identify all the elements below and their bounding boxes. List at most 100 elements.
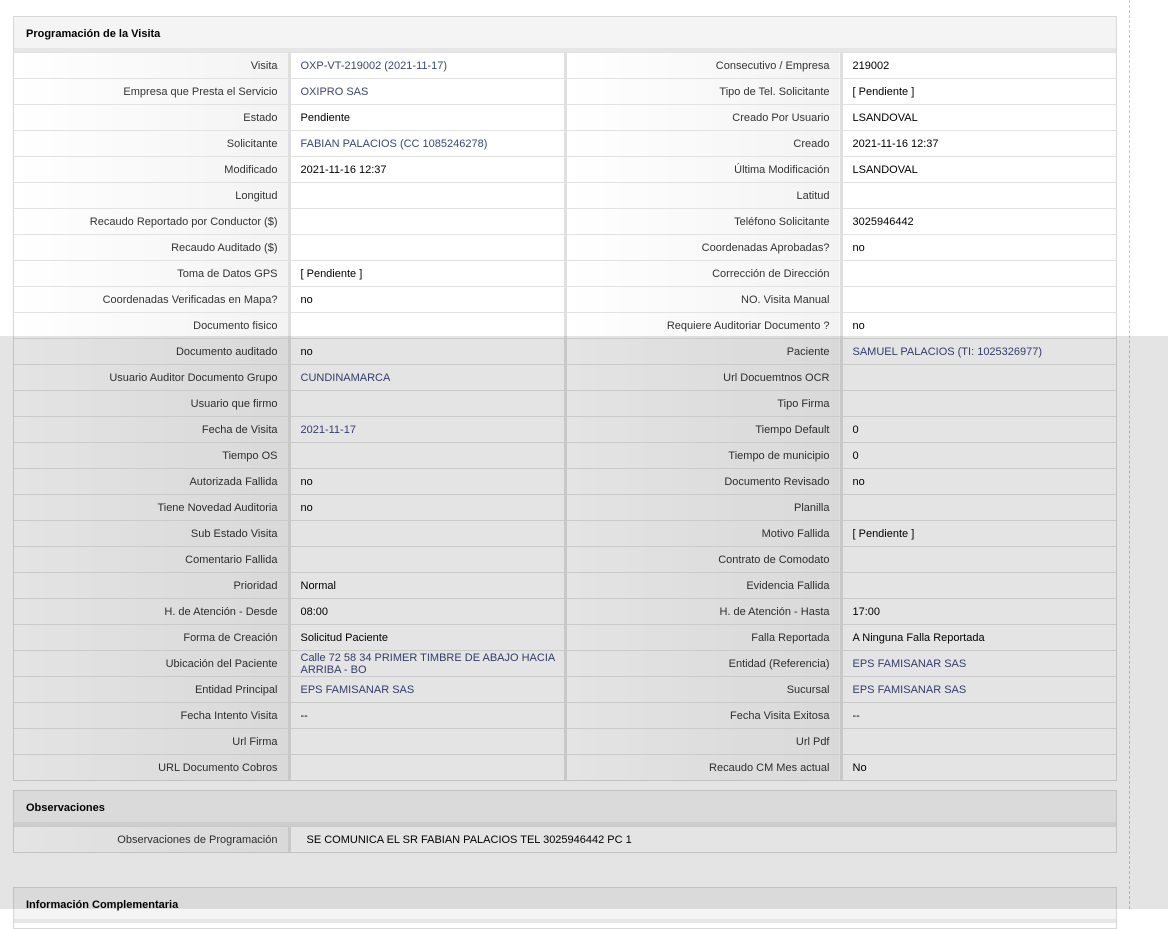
field-value: Solicitud Paciente [289,624,567,651]
complementary-info-panel: Información Complementaria [13,887,1117,929]
panel-title: Información Complementaria [14,888,1116,923]
field-label: H. de Atención - Hasta [565,598,843,625]
field-label: Creado Por Usuario [565,104,843,131]
field-value: 08:00 [289,598,567,625]
field-label: Recaudo Auditado ($) [14,234,291,261]
field-value: 219002 [841,52,1116,79]
field-value [289,520,567,547]
field-value: 2021-11-16 12:37 [289,156,567,183]
field-value: LSANDOVAL [841,104,1116,131]
field-value: [ Pendiente ] [289,260,567,287]
field-value: no [841,468,1116,495]
field-label: Tipo Firma [565,390,843,417]
field-label: Modificado [14,156,291,183]
table-row: Entidad Principal EPS FAMISANAR SAS Sucurs… [14,676,1116,703]
field-value [289,546,567,573]
observations-panel: Observaciones Observaciones de Programac… [13,790,1117,853]
field-label: Tiempo de municipio [565,442,843,469]
table-row: Recaudo Auditado ($) Coordenadas Aprobada… [14,234,1116,261]
field-label: Motivo Fallida [565,520,843,547]
table-row: Estado Pendiente Creado Por Usuario LSANDOV… [14,104,1116,131]
field-value: [ Pendiente ] [841,520,1116,547]
field-label: URL Documento Cobros [14,754,291,780]
field-label: Planilla [565,494,843,521]
table-row: Tiene Novedad Auditoria no Planilla [14,494,1116,521]
field-label: Tiempo OS [14,442,291,469]
field-label: Latitud [565,182,843,209]
field-label: Longitud [14,182,291,209]
field-value: no [289,286,567,313]
field-value: Pendiente [289,104,567,131]
field-value: 17:00 [841,598,1116,625]
table-row: Documento fisico Requiere Auditoriar Docu… [14,312,1116,339]
field-value [289,312,567,339]
field-label: Coordenadas Aprobadas? [565,234,843,261]
field-value: EPS FAMISANAR SAS [841,650,1116,677]
panel-title: Programación de la Visita [14,17,1116,52]
field-label: Ubicación del Paciente [14,650,291,677]
field-value [841,286,1116,313]
table-row: Comentario Fallida Contrato de Comodato [14,546,1116,573]
field-label: Url Firma [14,728,291,755]
table-row: Usuario que firmo Tipo Firma [14,390,1116,417]
table-row: Modificado 2021-11-16 12:37 Última Modific… [14,156,1116,183]
field-value [841,390,1116,417]
field-value: Calle 72 58 34 PRIMER TIMBRE DE ABAJO HA… [289,650,567,677]
field-label: Fecha Intento Visita [14,702,291,729]
page-divider-line [1129,0,1130,909]
field-value: LSANDOVAL [841,156,1116,183]
field-label: Solicitante [14,130,291,157]
table-row: Prioridad Normal Evidencia Fallida [14,572,1116,599]
table-row: Ubicación del Paciente Calle 72 58 34 PRI… [14,650,1116,677]
table-row: Url Firma Url Pdf [14,728,1116,755]
field-value [841,572,1116,599]
field-label: Tiene Novedad Auditoria [14,494,291,521]
table-row: Observaciones de Programación SE COMUNIC… [14,826,1116,852]
field-label: Documento auditado [14,338,291,365]
field-value: no [289,494,567,521]
field-value: No [841,754,1116,780]
field-label: Tiempo Default [565,416,843,443]
panel-title: Observaciones [14,791,1116,826]
field-value: SE COMUNICA EL SR FABIAN PALACIOS TEL 30… [289,826,1116,852]
field-label: Comentario Fallida [14,546,291,573]
field-label: Evidencia Fallida [565,572,843,599]
field-value [289,754,567,780]
field-label: Teléfono Solicitante [565,208,843,235]
table-row: Solicitante FABIAN PALACIOS (CC 108524627… [14,130,1116,157]
field-label: Entidad Principal [14,676,291,703]
field-value [841,182,1116,209]
field-label: Empresa que Presta el Servicio [14,78,291,105]
field-label: Coordenadas Verificadas en Mapa? [14,286,291,313]
field-label: Sub Estado Visita [14,520,291,547]
field-value [289,390,567,417]
field-value: no [841,234,1116,261]
field-label: Estado [14,104,291,131]
field-value [289,234,567,261]
field-label: Forma de Creación [14,624,291,651]
field-value: A Ninguna Falla Reportada [841,624,1116,651]
table-row: Toma de Datos GPS[ Pendiente ] Corrección… [14,260,1116,287]
table-row: Forma de Creación Solicitud Paciente Falla… [14,624,1116,651]
table-row: Autorizada Fallida no Documento Revisado no [14,468,1116,495]
field-value: no [289,468,567,495]
field-value: CUNDINAMARCA [289,364,567,391]
field-value: no [289,338,567,365]
field-label: Usuario Auditor Documento Grupo [14,364,291,391]
field-label: Paciente [565,338,843,365]
field-value: 2021-11-16 12:37 [841,130,1116,157]
field-label: Creado [565,130,843,157]
table-row: H. de Atención - Desde 08:00 H. de Atenció… [14,598,1116,625]
table-row: Coordenadas Verificadas en Mapa? no NO. Vi… [14,286,1116,313]
field-value [841,546,1116,573]
field-label: Observaciones de Programación [14,826,291,852]
field-label: Última Modificación [565,156,843,183]
field-label: Recaudo CM Mes actual [565,754,843,780]
field-label: Sucursal [565,676,843,703]
visit-details-table: Visita OXP-VT-219002 (2021-11-17) Consecut… [14,52,1116,780]
field-value: [ Pendiente ] [841,78,1116,105]
field-value: 3025946442 [841,208,1116,235]
field-value: FABIAN PALACIOS (CC 1085246278) [289,130,567,157]
field-value: EPS FAMISANAR SAS [289,676,567,703]
field-value [289,728,567,755]
